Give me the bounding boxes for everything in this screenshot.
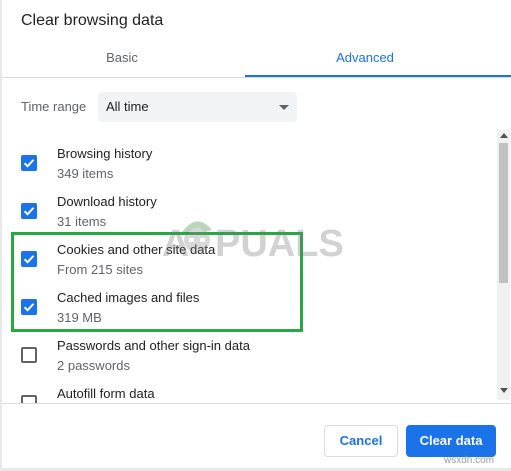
passwords-checkbox[interactable] [21, 347, 37, 363]
item-title: Download history [57, 194, 157, 209]
browsing-history-checkbox[interactable] [21, 155, 37, 171]
clear-data-button[interactable]: Clear data [406, 425, 496, 457]
tab-divider [2, 77, 511, 78]
download-history-checkbox[interactable] [21, 203, 37, 219]
checkmark-icon [23, 255, 35, 264]
cookies-checkbox[interactable] [21, 251, 37, 267]
time-range-select[interactable]: All time [98, 92, 297, 122]
checkmark-icon [23, 303, 35, 312]
checkmark-icon [23, 159, 35, 168]
item-title: Passwords and other sign-in data [57, 338, 250, 353]
cancel-button[interactable]: Cancel [324, 425, 398, 457]
source-credit: wsxdn.com [444, 455, 495, 466]
cached-images-checkbox[interactable] [21, 299, 37, 315]
tab-basic[interactable]: Basic [2, 50, 242, 65]
time-range-label: Time range [21, 99, 87, 114]
item-title: Cookies and other site data [57, 242, 216, 257]
checkmark-icon [23, 207, 35, 216]
autofill-checkbox[interactable] [21, 395, 37, 403]
item-subtitle: From 215 sites [57, 262, 143, 277]
item-subtitle: 31 items [57, 214, 107, 229]
item-passwords[interactable]: Passwords and other sign-in data 2 passw… [0, 338, 495, 384]
item-title: Browsing history [57, 146, 153, 161]
item-cookies[interactable]: Cookies and other site data From 215 sit… [0, 242, 495, 288]
dialog-title: Clear browsing data [21, 12, 164, 29]
item-title: Autofill form data [57, 386, 155, 401]
item-title: Cached images and files [57, 290, 200, 305]
scroll-down-arrow-icon[interactable] [500, 388, 508, 393]
item-browsing-history[interactable]: Browsing history 349 items [0, 146, 495, 192]
item-subtitle: 349 items [57, 166, 114, 181]
scroll-up-arrow-icon[interactable] [500, 133, 508, 138]
scrollbar-thumb[interactable] [499, 143, 508, 283]
tab-advanced[interactable]: Advanced [245, 50, 485, 65]
footer-divider [2, 403, 511, 404]
item-cached-images[interactable]: Cached images and files 319 MB [0, 290, 495, 336]
time-range-value: All time [106, 99, 149, 114]
item-download-history[interactable]: Download history 31 items [0, 194, 495, 240]
item-autofill[interactable]: Autofill form data [0, 386, 495, 403]
item-subtitle: 319 MB [57, 310, 102, 325]
item-subtitle: 2 passwords [57, 358, 130, 373]
dropdown-arrow-icon [279, 105, 289, 110]
